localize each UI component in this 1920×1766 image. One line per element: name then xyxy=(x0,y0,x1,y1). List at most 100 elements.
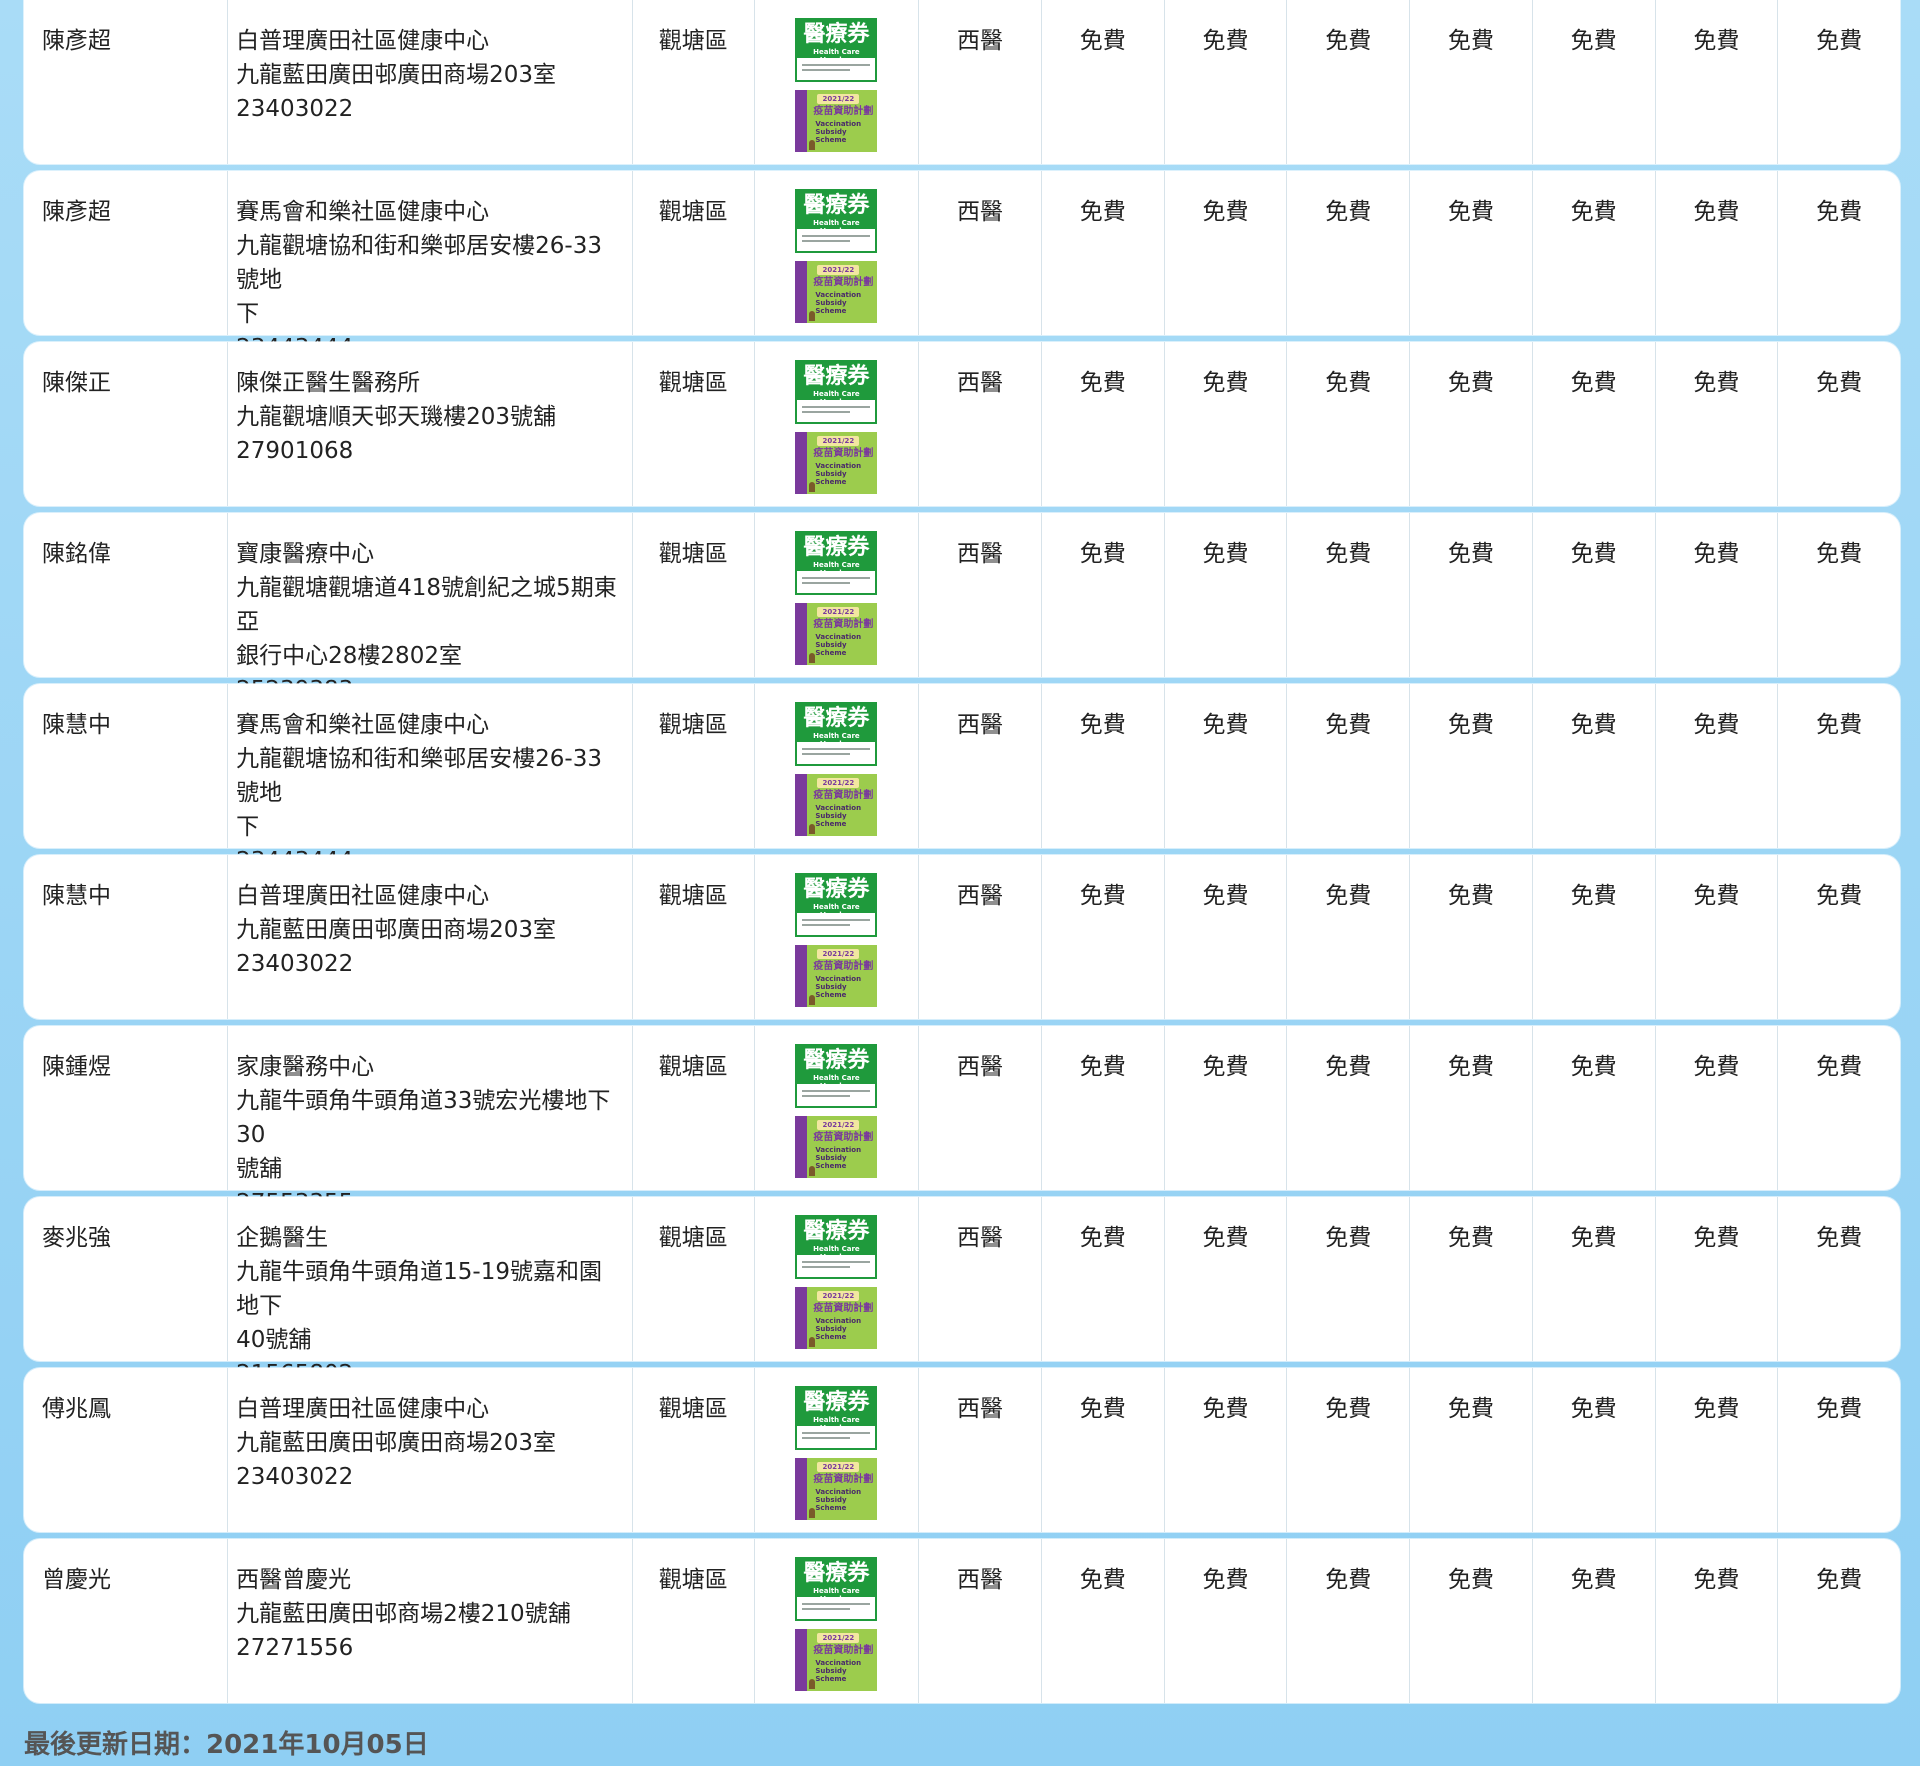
fee-value: 免費 xyxy=(1165,1368,1288,1532)
health-care-voucher-icon: 醫療券 Health Care Voucher xyxy=(795,702,878,766)
scheme-badges: 醫療券 Health Care Voucher 2021/22 疫苗資助計劃 Vacci… xyxy=(755,171,920,335)
medicine-type: 西醫 xyxy=(919,855,1042,1019)
health-care-voucher-icon: 醫療券 Health Care Voucher xyxy=(795,1215,878,1279)
clinic-info: 白普理廣田社區健康中心九龍藍田廣田邨廣田商場203室 23403022 xyxy=(228,1368,633,1532)
table-row: 麥兆強企鵝醫生九龍牛頭角牛頭角道15-19號嘉和園地下40號舖21565802觀… xyxy=(24,1197,1900,1387)
clinic-address: 九龍藍田廣田邨廣田商場203室 xyxy=(236,917,557,943)
scheme-badges: 醫療券 Health Care Voucher 2021/22 疫苗資助計劃 Vacci… xyxy=(755,855,920,1019)
fee-value: 免費 xyxy=(1042,342,1165,506)
clinic-phone: 27271556 xyxy=(236,1635,354,1661)
fee-value: 免費 xyxy=(1410,171,1533,335)
scheme-badges: 醫療券 Health Care Voucher 2021/22 疫苗資助計劃 Vacci… xyxy=(755,342,920,506)
vaccination-subsidy-icon: 2021/22 疫苗資助計劃 Vaccination Subsidy Scheme xyxy=(795,945,878,1007)
fee-value: 免費 xyxy=(1287,684,1411,848)
fee-value: 免費 xyxy=(1042,171,1165,335)
fee-value: 免費 xyxy=(1410,0,1533,164)
health-care-voucher-icon: 醫療券 Health Care Voucher xyxy=(795,1044,878,1108)
health-care-voucher-icon: 醫療券 Health Care Voucher xyxy=(795,531,878,595)
fee-value: 免費 xyxy=(1287,171,1411,335)
clinic-name: 白普理廣田社區健康中心 xyxy=(236,28,490,54)
fee-value: 免費 xyxy=(1165,855,1288,1019)
doctor-name: 陳銘偉 xyxy=(24,513,229,677)
fee-value: 免費 xyxy=(1816,1567,1863,1593)
clinic-address: 九龍牛頭角牛頭角道33號宏光樓地下30 xyxy=(236,1088,611,1148)
medicine-type: 西醫 xyxy=(919,0,1042,164)
scheme-badges: 醫療券 Health Care Voucher 2021/22 疫苗資助計劃 Vacci… xyxy=(755,0,920,164)
fee-value: 免費 xyxy=(1410,342,1533,506)
clinic-info: 陳傑正醫生醫務所九龍觀塘順天邨天璣樓203號舖 27901068 xyxy=(228,342,633,506)
fee-value: 免費 xyxy=(1287,1026,1411,1190)
vaccination-subsidy-icon: 2021/22 疫苗資助計劃 Vaccination Subsidy Scheme xyxy=(795,1629,878,1691)
district: 觀塘區 xyxy=(633,171,755,335)
clinic-name: 家康醫務中心 xyxy=(236,1054,375,1080)
vaccination-subsidy-icon: 2021/22 疫苗資助計劃 Vaccination Subsidy Scheme xyxy=(795,1116,878,1178)
fee-value: 免費 xyxy=(1042,855,1165,1019)
clinic-address: 九龍觀塘協和街和樂邨居安樓26-33號地 xyxy=(236,233,602,293)
medicine-type: 西醫 xyxy=(919,342,1042,506)
table-row: 傅兆鳳 白普理廣田社區健康中心 九龍藍田廣田邨廣田商場203室 23403022 觀塘區… xyxy=(24,1368,1900,1532)
health-care-voucher-icon: 醫療券 Health Care Voucher xyxy=(795,1386,878,1450)
clinic-address: 九龍藍田廣田邨廣田商場203室 xyxy=(236,1430,557,1456)
fee-value: 免費 xyxy=(1656,1026,1779,1190)
fee-value: 免費 xyxy=(1656,342,1779,506)
district: 觀塘區 xyxy=(633,513,755,677)
clinic-phone: 23403022 xyxy=(236,951,354,977)
clinic-name: 陳傑正醫生醫務所 xyxy=(236,370,421,396)
clinic-phone: 27901068 xyxy=(236,438,354,464)
health-care-voucher-icon: 醫療券 Health Care Voucher xyxy=(795,18,878,82)
medicine-type: 西醫 xyxy=(919,1026,1042,1190)
table-row: 曾慶光 西醫曾慶光 九龍藍田廣田邨商場2樓210號舖 27271556 觀塘區 醫療券 He… xyxy=(24,1539,1900,1703)
fee-value: 免費 xyxy=(1656,684,1779,848)
doctor-name: 傅兆鳳 xyxy=(24,1368,229,1532)
clinic-address: 下 xyxy=(236,814,260,840)
fee-value: 免費 xyxy=(1533,1197,1656,1361)
fee-value: 免費 xyxy=(1042,0,1165,164)
medicine-type: 西醫 xyxy=(919,513,1042,677)
clinic-name: 白普理廣田社區健康中心 xyxy=(236,1396,490,1422)
fee-value: 免費 xyxy=(1816,370,1863,396)
clinic-phone: 23403022 xyxy=(236,1464,354,1490)
district: 觀塘區 xyxy=(633,342,755,506)
clinic-name: 寶康醫療中心 xyxy=(236,541,375,567)
doctor-name: 陳慧中 xyxy=(24,855,229,1019)
fee-value: 免費 xyxy=(1816,712,1863,738)
fee-value: 免費 xyxy=(1165,1026,1288,1190)
fee-value: 免費 xyxy=(1533,171,1656,335)
fee-value: 免費 xyxy=(1042,684,1165,848)
district: 觀塘區 xyxy=(633,1197,755,1361)
clinic-address: 九龍觀塘觀塘道418號創紀之城5期東亞 xyxy=(236,575,617,635)
clinic-name: 白普理廣田社區健康中心 xyxy=(236,883,490,909)
fee-value: 免費 xyxy=(1533,1368,1656,1532)
clinic-name: 賽馬會和樂社區健康中心 xyxy=(236,199,490,225)
doctor-list: 陳彥超 白普理廣田社區健康中心 九龍藍田廣田邨廣田商場203室 23403022 觀塘區… xyxy=(24,0,1900,1710)
clinic-name: 賽馬會和樂社區健康中心 xyxy=(236,712,490,738)
fee-value: 免費 xyxy=(1656,855,1779,1019)
fee-value: 免費 xyxy=(1165,1197,1288,1361)
clinic-address: 號舖 xyxy=(236,1156,283,1182)
doctor-name: 陳傑正 xyxy=(24,342,229,506)
clinic-address: 九龍觀塘順天邨天璣樓203號舖 xyxy=(236,404,557,430)
fee-value: 免費 xyxy=(1410,1197,1533,1361)
vaccination-subsidy-icon: 2021/22 疫苗資助計劃 Vaccination Subsidy Scheme xyxy=(795,1287,878,1349)
medicine-type: 西醫 xyxy=(919,1197,1042,1361)
vaccination-subsidy-icon: 2021/22 疫苗資助計劃 Vaccination Subsidy Scheme xyxy=(795,603,878,665)
doctor-name: 曾慶光 xyxy=(24,1539,229,1703)
fee-value: 免費 xyxy=(1165,0,1288,164)
district: 觀塘區 xyxy=(633,1539,755,1703)
district: 觀塘區 xyxy=(633,1026,755,1190)
district: 觀塘區 xyxy=(633,0,755,164)
clinic-info: 賽馬會和樂社區健康中心九龍觀塘協和街和樂邨居安樓26-33號地下23443444 xyxy=(228,171,633,361)
health-care-voucher-icon: 醫療券 Health Care Voucher xyxy=(795,1557,878,1621)
clinic-info: 白普理廣田社區健康中心九龍藍田廣田邨廣田商場203室 23403022 xyxy=(228,855,633,1019)
fee-value: 免費 xyxy=(1816,199,1863,225)
scheme-badges: 醫療券 Health Care Voucher 2021/22 疫苗資助計劃 Vacci… xyxy=(755,1026,920,1190)
fee-value: 免費 xyxy=(1042,513,1165,677)
fee-value: 免費 xyxy=(1533,513,1656,677)
scheme-badges: 醫療券 Health Care Voucher 2021/22 疫苗資助計劃 Vacci… xyxy=(755,684,920,848)
table-row: 陳慧中賽馬會和樂社區健康中心九龍觀塘協和街和樂邨居安樓26-33號地下23443… xyxy=(24,684,1900,874)
vaccination-subsidy-icon: 2021/22 疫苗資助計劃 Vaccination Subsidy Scheme xyxy=(795,774,878,836)
medicine-type: 西醫 xyxy=(919,171,1042,335)
fee-value: 免費 xyxy=(1533,855,1656,1019)
fee-value: 免費 xyxy=(1656,513,1779,677)
fee-value: 免費 xyxy=(1410,513,1533,677)
